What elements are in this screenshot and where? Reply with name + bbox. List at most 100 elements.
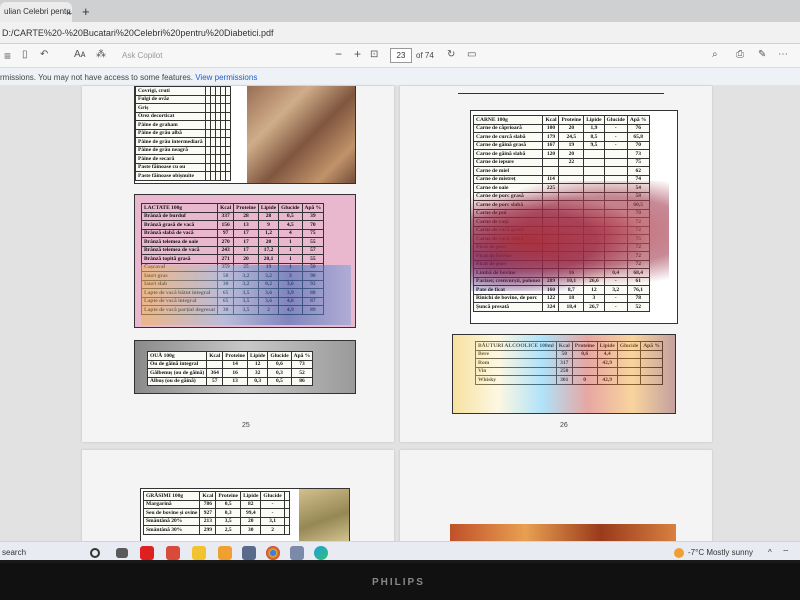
task-view-icon[interactable] bbox=[116, 548, 128, 558]
undo-icon[interactable]: ↶ bbox=[40, 49, 48, 60]
table-cell: Carne de mistreț bbox=[472, 174, 544, 184]
view-permissions-link[interactable]: View permissions bbox=[195, 73, 257, 82]
table-cell bbox=[558, 217, 585, 227]
table-cell: 3 bbox=[583, 293, 605, 303]
table-cell: 1,2 bbox=[257, 228, 280, 238]
table-cell bbox=[603, 242, 628, 252]
table-row: Carne de iepure 22 75 bbox=[472, 157, 650, 167]
table-cell bbox=[603, 183, 628, 193]
page-view-icon[interactable]: ▭ bbox=[467, 49, 476, 60]
table-header-cell: Glucide bbox=[267, 351, 292, 361]
table-cell bbox=[542, 208, 560, 218]
table-cell bbox=[583, 183, 605, 193]
table-cell: 18,4 bbox=[558, 302, 585, 312]
table-header-cell: OUĂ 100g bbox=[146, 351, 208, 361]
table-cell: 57 bbox=[206, 376, 224, 386]
table-row: Carne de pui 70 bbox=[472, 208, 650, 218]
rotate-icon[interactable]: ↻ bbox=[447, 49, 455, 60]
network-icon[interactable]: ⌔ bbox=[782, 548, 790, 558]
table-row: Carne de vacă grasă 72 bbox=[472, 225, 650, 235]
new-tab-button[interactable]: + bbox=[82, 4, 90, 19]
app-icon[interactable] bbox=[166, 546, 180, 560]
url-text[interactable]: D:/CARTE%20-%20Bucatari%20Celebri%20pent… bbox=[2, 28, 273, 38]
table-header-cell: Lipide bbox=[240, 491, 262, 501]
file-explorer-icon[interactable] bbox=[192, 546, 206, 560]
search-icon[interactable]: ⌕ bbox=[712, 49, 718, 60]
page-number-input[interactable]: 23 bbox=[390, 48, 412, 63]
table-header-cell: BĂUTURI ALCOOLICE 100ml bbox=[475, 341, 557, 351]
table-row: Brânză topită grasă 271 20 20,1 1 55 bbox=[140, 254, 325, 264]
table-header-cell: Glucide bbox=[260, 491, 285, 501]
table-cell: 55 bbox=[301, 237, 325, 247]
ask-copilot-button[interactable]: Ask Copilot bbox=[122, 51, 162, 60]
translate-icon[interactable]: ⁂ bbox=[96, 49, 106, 60]
print-icon[interactable]: ⎙ bbox=[736, 49, 744, 60]
table-row: Pâine de graham bbox=[135, 120, 231, 130]
browser-tab[interactable]: ulian Celebri pentru... × bbox=[0, 2, 72, 22]
table-cell: 0,5 bbox=[267, 376, 292, 386]
table-cell: 52 bbox=[626, 302, 650, 312]
table-header-cell: Lipide bbox=[596, 341, 618, 351]
address-bar[interactable]: D:/CARTE%20-%20Bucatari%20Celebri%20pent… bbox=[0, 22, 800, 44]
start-icon[interactable] bbox=[90, 548, 100, 558]
weather-icon[interactable] bbox=[674, 548, 684, 558]
table-cell: 73 bbox=[290, 359, 314, 369]
table-cell bbox=[224, 103, 231, 113]
table-cell: 70 bbox=[626, 208, 650, 218]
tab-close-icon[interactable]: × bbox=[66, 8, 71, 18]
table-cell bbox=[603, 200, 628, 210]
edge-icon[interactable] bbox=[314, 546, 328, 560]
table-cell bbox=[542, 268, 560, 278]
table-row: Carne de miel 62 bbox=[472, 166, 650, 176]
table-cell: 13 bbox=[222, 376, 249, 386]
table-header-cell: Lipide bbox=[583, 115, 605, 125]
table-cell: 20,1 bbox=[257, 254, 280, 264]
youtube-icon[interactable] bbox=[140, 546, 154, 560]
more-icon[interactable]: ⋯ bbox=[778, 49, 788, 60]
table-cell: 3,6 bbox=[257, 288, 280, 298]
table-cell: Carne de găină slabă bbox=[472, 149, 544, 159]
table-cell: 26,6 bbox=[583, 276, 605, 286]
tab-title: ulian Celebri pentru... bbox=[4, 7, 72, 16]
weather-text[interactable]: -7°C Mostly sunny bbox=[688, 548, 753, 557]
pdf-viewer[interactable]: Covrigi, cruti Fulgi de ovăz Griș Orez deco… bbox=[0, 86, 800, 550]
table-cell: 72 bbox=[626, 259, 650, 269]
table-cell: Cașcaval bbox=[140, 262, 219, 272]
table-row: Iaurt slab 30 3,2 0,2 3,6 92 bbox=[140, 279, 325, 289]
table-row: Albuș (ou de găină) 57 13 0,3 0,5 86 bbox=[146, 376, 314, 386]
zoom-out-button[interactable]: − bbox=[335, 47, 342, 61]
store-icon[interactable] bbox=[242, 546, 256, 560]
table-cell: 3,1 bbox=[260, 516, 285, 526]
table-cell: 0,3 bbox=[215, 508, 242, 518]
lactate-table-box: LACTATE 100g Kcal Proteine Lipide Glucide Apă… bbox=[134, 194, 356, 328]
table-cell: 39 bbox=[301, 211, 325, 221]
lactate-table: LACTATE 100g Kcal Proteine Lipide Glucide Apă… bbox=[140, 203, 325, 315]
chrome-icon[interactable] bbox=[266, 546, 280, 560]
read-aloud-button[interactable]: Aᴀ bbox=[74, 49, 86, 60]
table-cell bbox=[542, 191, 560, 201]
table-cell: Brânză grasă de vacă bbox=[140, 220, 219, 230]
taskbar-search[interactable]: search bbox=[2, 548, 26, 557]
table-cell: 2 bbox=[257, 305, 280, 315]
zoom-in-button[interactable]: + bbox=[354, 47, 361, 61]
table-cell: Margarină bbox=[142, 499, 201, 509]
table-cell: 8,7 bbox=[558, 285, 585, 295]
mail-icon[interactable] bbox=[290, 546, 304, 560]
table-cell: 17 bbox=[233, 228, 259, 238]
table-cell bbox=[558, 251, 585, 261]
table-header-cell: Proteine bbox=[233, 203, 259, 213]
table-cell: 28 bbox=[233, 211, 259, 221]
gallery-icon[interactable] bbox=[218, 546, 232, 560]
table-cell: 927 bbox=[199, 508, 217, 518]
table-cell: 20 bbox=[558, 123, 585, 133]
table-cell bbox=[558, 183, 585, 193]
table-cell: Vin bbox=[475, 366, 557, 376]
table-row: Brânză de burduf 337 28 28 0,5 39 bbox=[140, 211, 325, 221]
sidebar-icon[interactable]: ▯ bbox=[22, 49, 28, 60]
table-cell bbox=[640, 366, 663, 376]
hamburger-icon[interactable]: ≡ bbox=[4, 49, 11, 63]
fit-page-icon[interactable]: ⊡ bbox=[370, 49, 378, 60]
table-row: Vin 250 bbox=[475, 366, 663, 376]
save-icon[interactable]: ✎ bbox=[758, 49, 766, 60]
tray-expand-icon[interactable]: ^ bbox=[768, 548, 772, 557]
